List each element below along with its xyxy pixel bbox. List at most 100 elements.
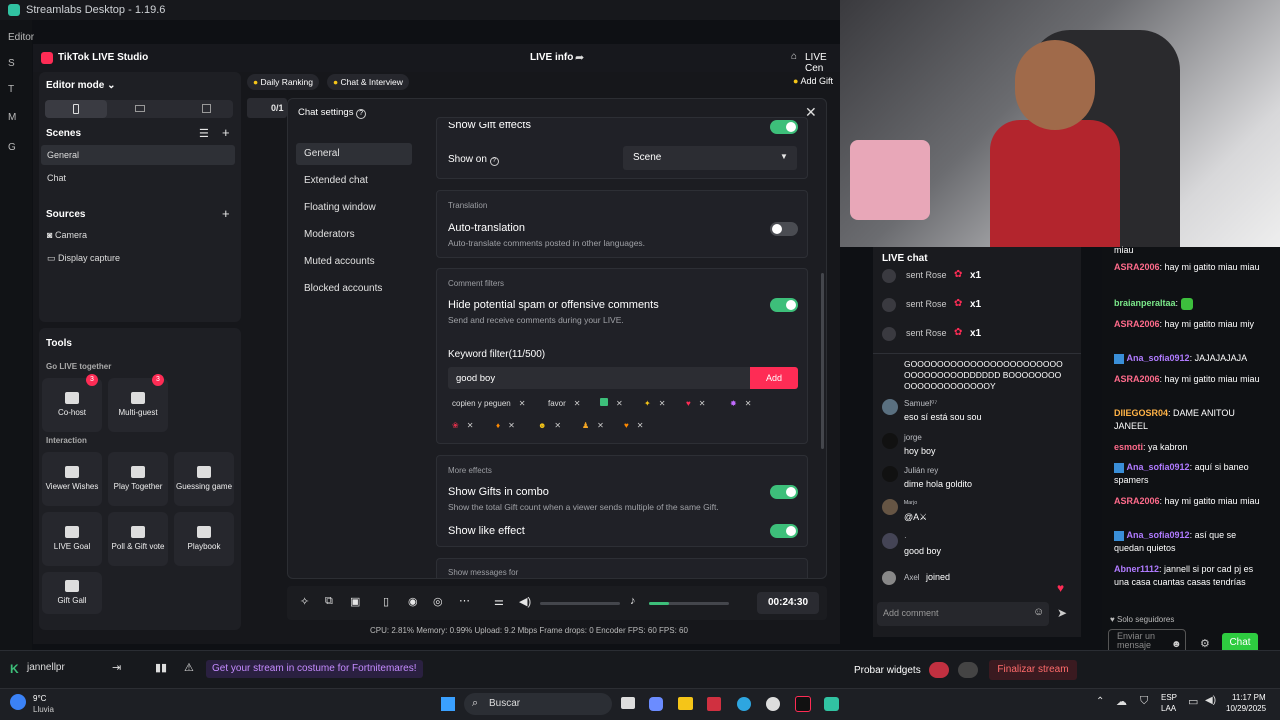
gear-icon[interactable]: ⚙: [1200, 637, 1210, 650]
show-like-effect-toggle[interactable]: [770, 524, 798, 538]
task-view-icon[interactable]: [621, 697, 635, 709]
language-code[interactable]: ESP: [1161, 693, 1177, 702]
remove-keyword-icon[interactable]: ✕: [745, 399, 752, 408]
volume-icon[interactable]: ◀): [519, 595, 531, 608]
nav-extended-chat[interactable]: Extended chat: [296, 170, 412, 192]
sidebar-item-g[interactable]: G: [8, 142, 16, 153]
network-icon[interactable]: ▭: [1188, 695, 1198, 708]
nav-blocked-accounts[interactable]: Blocked accounts: [296, 278, 412, 300]
dialog-scrollbar[interactable]: [821, 273, 824, 449]
sidebar-item-s[interactable]: S: [8, 58, 15, 69]
live-center-button[interactable]: LIVE Cen: [805, 52, 840, 74]
promo-banner[interactable]: Get your stream in costume for Fortnitem…: [206, 660, 423, 678]
clock-time[interactable]: 11:17 PM: [1232, 693, 1266, 702]
show-gift-effects-toggle[interactable]: [770, 120, 798, 134]
chat-username[interactable]: Ana_sofia0912: [1127, 462, 1190, 472]
playbook-button[interactable]: Playbook: [174, 512, 234, 566]
chat-username[interactable]: ASRA2006: [1114, 374, 1160, 384]
remove-keyword-icon[interactable]: ✕: [637, 421, 644, 430]
chat-interview-button[interactable]: ● Chat & Interview: [327, 74, 409, 90]
home-icon[interactable]: ⌂: [791, 51, 797, 62]
editor-mode-dropdown[interactable]: Editor mode ⌄: [46, 80, 116, 91]
add-keyword-button[interactable]: Add: [750, 367, 798, 389]
daily-ranking-button[interactable]: ● Daily Ranking: [247, 74, 319, 90]
speaker-icon[interactable]: ◀): [1205, 695, 1216, 706]
remove-keyword-icon[interactable]: ✕: [508, 421, 515, 430]
record-icon[interactable]: ◉: [408, 595, 418, 608]
guessing-game-button[interactable]: Guessing game: [174, 452, 234, 506]
chat-username[interactable]: ASRA2006: [1114, 262, 1160, 272]
chat-username[interactable]: DIIEGOSR04: [1114, 408, 1168, 418]
tiktok-studio-taskbar-icon[interactable]: [795, 696, 811, 712]
stats-icon[interactable]: ▮▮: [155, 661, 167, 674]
remove-keyword-icon[interactable]: ✕: [467, 421, 474, 430]
phone-icon[interactable]: ▯: [383, 595, 389, 608]
dual-mode-button[interactable]: [202, 104, 211, 113]
replay-icon[interactable]: [958, 662, 978, 678]
add-gift-button[interactable]: ● Add Gift: [793, 76, 833, 86]
edge-icon[interactable]: [737, 697, 751, 711]
sidebar-item-editor[interactable]: Editor: [8, 32, 34, 43]
add-source-icon[interactable]: +: [222, 206, 230, 221]
multiguest-button[interactable]: Multi-guest 3: [108, 374, 168, 432]
list-icon[interactable]: ☰: [199, 127, 209, 140]
poll-gift-vote-button[interactable]: Poll & Gift vote: [108, 512, 168, 566]
remove-keyword-icon[interactable]: ✕: [554, 421, 561, 430]
auto-translation-toggle[interactable]: [770, 222, 798, 236]
nav-muted-accounts[interactable]: Muted accounts: [296, 251, 412, 273]
remove-keyword-icon[interactable]: ✕: [616, 399, 623, 408]
probar-widgets-button[interactable]: Probar widgets: [854, 665, 921, 676]
live-goal-button[interactable]: LIVE Goal: [42, 512, 102, 566]
record-button[interactable]: [929, 662, 949, 678]
chat-username[interactable]: esmoti: [1114, 442, 1143, 452]
taskbar-search[interactable]: ⌕ Buscar: [464, 693, 612, 715]
show-on-select[interactable]: Scene ▼: [623, 146, 797, 170]
keyword-input[interactable]: good boy: [448, 367, 750, 389]
end-stream-button[interactable]: Finalizar stream: [989, 660, 1077, 680]
volume-slider[interactable]: [540, 602, 620, 605]
emoji-icon[interactable]: ☻: [1171, 639, 1182, 650]
shield-icon[interactable]: ⛉: [1140, 695, 1148, 708]
effects-icon[interactable]: ⧉: [325, 595, 333, 608]
magic-icon[interactable]: ✧: [300, 595, 309, 608]
file-explorer-icon[interactable]: [678, 697, 693, 710]
nav-general[interactable]: General: [296, 143, 412, 165]
sidebar-item-m[interactable]: M: [8, 112, 16, 123]
remove-keyword-icon[interactable]: ✕: [574, 399, 581, 408]
cloud-icon[interactable]: ☁: [1116, 695, 1127, 708]
help-icon[interactable]: ?: [356, 109, 367, 119]
more-icon[interactable]: ⋯: [459, 594, 470, 607]
nav-floating-window[interactable]: Floating window: [296, 197, 412, 219]
remove-keyword-icon[interactable]: ✕: [659, 399, 666, 408]
share-icon[interactable]: ➦: [575, 51, 584, 64]
chat-username[interactable]: Ana_sofia0912: [1127, 353, 1190, 363]
settings-sliders-icon[interactable]: ⚌: [494, 595, 504, 608]
remove-keyword-icon[interactable]: ✕: [699, 399, 706, 408]
chat-username[interactable]: Abner1112: [1114, 564, 1159, 574]
remove-keyword-icon[interactable]: ✕: [519, 399, 526, 408]
chat-username[interactable]: ASRA2006: [1114, 319, 1160, 329]
obs-icon[interactable]: [766, 697, 780, 711]
camera-icon[interactable]: ◎: [433, 595, 443, 608]
alert-icon[interactable]: ⚠: [184, 661, 194, 674]
landscape-mode-button[interactable]: [135, 105, 145, 112]
logout-icon[interactable]: ⇥: [112, 661, 121, 674]
cohost-button[interactable]: Co-host 3: [42, 374, 102, 432]
add-comment-input[interactable]: Add comment ☺: [877, 602, 1049, 626]
sidebar-item-t[interactable]: T: [8, 84, 14, 95]
heart-icon[interactable]: ♥: [1057, 581, 1064, 595]
chevron-up-icon[interactable]: ⌃: [1096, 696, 1104, 707]
play-together-button[interactable]: Play Together: [108, 452, 168, 506]
chat-username[interactable]: Ana_sofia0912: [1127, 530, 1190, 540]
portrait-mode-button[interactable]: [45, 100, 107, 118]
nav-moderators[interactable]: Moderators: [296, 224, 412, 246]
gift-gallery-button[interactable]: Gift Gall: [42, 572, 102, 614]
source-display-capture[interactable]: ▭ Display capture: [47, 253, 120, 264]
send-icon[interactable]: ➤: [1057, 606, 1067, 620]
mcafee-icon[interactable]: [707, 697, 721, 711]
hide-spam-toggle[interactable]: [770, 298, 798, 312]
scene-item-general[interactable]: General: [41, 145, 235, 165]
mic-icon[interactable]: ♪: [630, 595, 636, 607]
keyboard-layout[interactable]: LAA: [1161, 704, 1176, 713]
show-gifts-combo-toggle[interactable]: [770, 485, 798, 499]
